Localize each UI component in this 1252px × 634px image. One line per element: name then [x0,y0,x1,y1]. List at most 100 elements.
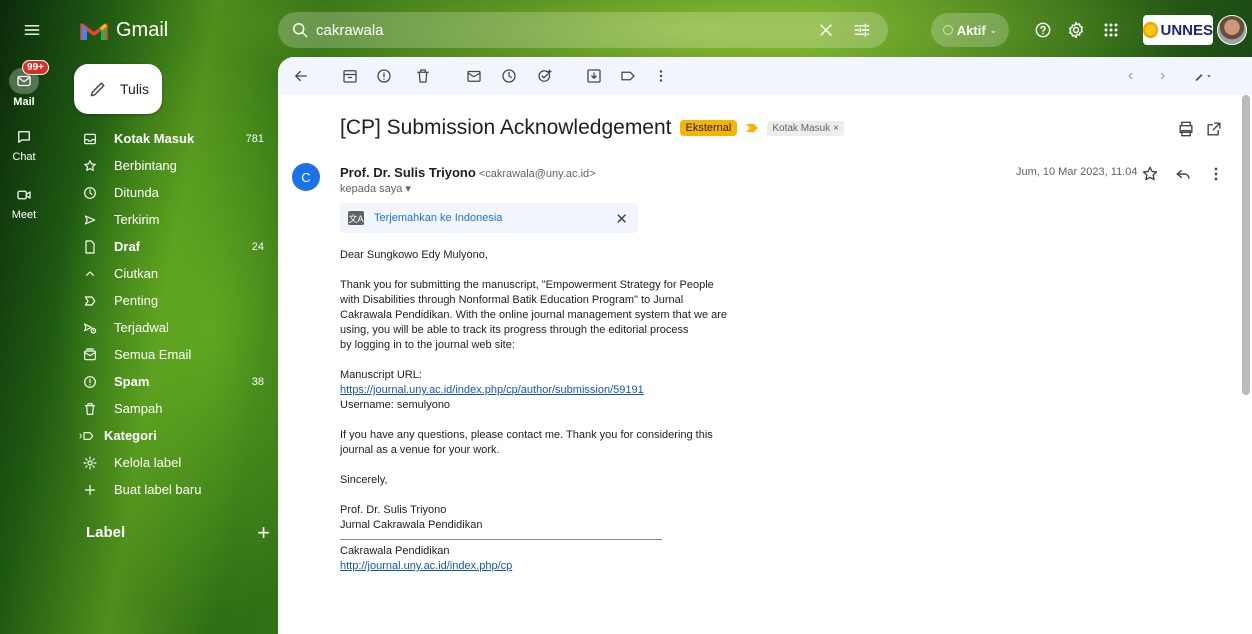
nav-label: Terjadwal [114,320,169,335]
search-icon[interactable] [290,20,310,40]
scrollbar-thumb[interactable] [1242,95,1250,395]
older-button[interactable]: › [1160,67,1165,85]
nav-item-snoozed[interactable]: Ditunda [76,179,272,206]
sender-avatar[interactable]: C [292,163,320,191]
labels-button[interactable] [619,67,637,85]
more-actions-button[interactable] [652,67,670,85]
nav-item-spam[interactable]: Spam 38 [76,368,272,395]
important-marker-icon[interactable] [745,123,759,133]
open-in-new-window-button[interactable] [1204,119,1224,139]
print-icon [1179,121,1193,137]
snooze-button[interactable] [500,67,518,85]
report-spam-button[interactable] [375,67,393,85]
trash-icon [84,402,96,415]
rail-mail-label: Mail [13,96,35,108]
help-button[interactable] [1033,20,1053,40]
newer-button[interactable]: ‹ [1128,67,1133,85]
nav-count: 781 [245,132,264,145]
apps-button[interactable] [1101,20,1121,40]
app-title: Gmail [116,19,169,41]
sender-name[interactable]: Prof. Dr. Sulis Triyono [340,165,476,180]
translate-link[interactable]: Terjemahkan ke Indonesia [374,212,502,224]
email-greeting: Dear Sungkowo Edy Mulyono, [340,249,488,261]
settings-button[interactable] [1066,20,1086,40]
pen-icon [1195,74,1211,81]
org-name: UNNES [1160,21,1213,39]
manuscript-url-link[interactable]: https://journal.uny.ac.id/index.php/cp/a… [340,384,644,396]
nav-item-manage-labels[interactable]: Kelola label [76,449,272,476]
footer-name: Cakrawala Pendidikan [340,545,450,557]
email-closing: Sincerely, [340,474,388,486]
message-pane: ‹ › [CP] Submission Acknowledgement Ekst… [278,57,1252,634]
compose-button[interactable]: Tulis [74,64,162,114]
trash-icon [417,69,429,83]
nav-item-drafts[interactable]: Draf 24 [76,233,272,260]
delete-button[interactable] [414,67,432,85]
unread-badge: 99+ [22,60,49,75]
inbox-label-chip[interactable]: Kotak Masuk × [767,120,844,136]
reply-icon [1176,169,1190,179]
body-line: with Disabilities through Nonformal Bati… [340,294,684,306]
nav-item-scheduled[interactable]: Terjadwal [76,314,272,341]
move-to-icon [587,69,601,83]
status-selector[interactable]: Aktif ⌄ [931,13,1009,47]
nav-item-categories[interactable]: Kategori [76,422,272,449]
video-icon [17,190,31,200]
rail-meet[interactable]: Meet [4,186,44,221]
main-menu-button[interactable] [22,20,46,44]
rail-mail[interactable]: 99+ Mail [4,60,49,108]
star-icon [1142,166,1158,181]
nav-item-inbox[interactable]: Kotak Masuk 781 [76,125,272,152]
body-line: by logging in to the journal web site: [340,339,515,351]
gmail-logo[interactable]: Gmail [80,19,168,42]
nav-item-starred[interactable]: Berbintang [76,152,272,179]
add-label-button[interactable]: + [257,521,270,543]
archive-button[interactable] [341,67,359,85]
nav-item-all-mail[interactable]: Semua Email [76,341,272,368]
search-input[interactable]: cakrawala [316,22,384,39]
nav-item-collapse[interactable]: Ciutkan [76,260,272,287]
move-to-button[interactable] [585,67,603,85]
footer-url-link[interactable]: http://journal.uny.ac.id/index.php/cp [340,560,512,572]
external-chip: Eksternal [679,120,738,136]
nav-count: 38 [251,375,264,388]
mark-unread-button[interactable] [465,67,483,85]
status-dot-icon [942,25,953,35]
add-task-button[interactable] [536,67,554,85]
recipient-details-toggle[interactable]: kepada saya ▾ [340,182,411,195]
add-task-icon [538,69,552,82]
nav-label: Berbintang [114,158,177,173]
account-avatar[interactable] [1217,15,1247,45]
clear-search-button[interactable] [816,20,836,40]
manuscript-url-label: Manuscript URL: [340,369,422,381]
email-signature: Prof. Dr. Sulis Triyono Jurnal Cakrawala… [340,503,760,533]
gmail-m-icon [80,22,108,40]
close-translate-button[interactable]: ✕ [615,210,628,228]
print-button[interactable] [1176,119,1196,139]
body-line: If you have any questions, please contac… [340,429,713,441]
nav-item-important[interactable]: Penting [76,287,272,314]
input-tools-button[interactable] [1194,67,1224,85]
nav-item-sent[interactable]: Terkirim [76,206,272,233]
search-bar[interactable]: cakrawala [278,12,888,48]
reply-button[interactable] [1173,164,1193,184]
message-more-button[interactable] [1206,164,1226,184]
rail-chat[interactable]: Chat [4,128,44,163]
back-button[interactable] [292,67,310,85]
nav-item-create-label[interactable]: Buat label baru [76,476,272,503]
nav-item-trash[interactable]: Sampah [76,395,272,422]
nav-label: Terkirim [114,212,160,227]
username-text: Username: semulyono [340,399,451,411]
search-options-button[interactable] [852,20,872,40]
organization-logo[interactable]: UNNES [1143,15,1213,45]
star-button[interactable] [1140,164,1160,184]
mail-pill: 99+ [9,60,49,94]
email-subject: [CP] Submission Acknowledgement [340,116,672,139]
report-icon [377,69,391,83]
tune-icon [854,23,870,37]
nav-label: Penting [114,293,159,308]
close-icon [820,24,832,36]
labels-section-header: Label + [86,521,270,543]
body-line: Thank you for submitting the manuscript,… [340,279,714,291]
nav-label: Draf [114,239,141,254]
